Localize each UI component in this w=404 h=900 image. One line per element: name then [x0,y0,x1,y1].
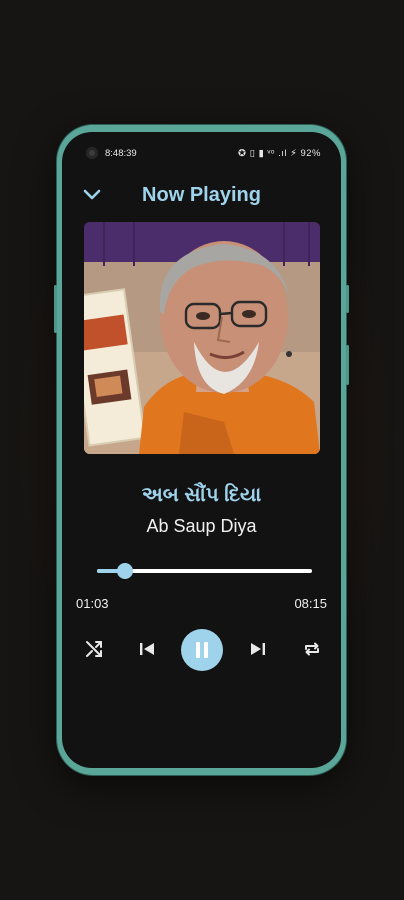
shuffle-icon[interactable] [82,637,106,661]
phone-side-button [54,285,57,333]
pause-button[interactable] [181,629,223,671]
track-title-english: Ab Saup Diya [146,516,257,536]
phone-side-button [346,345,349,385]
header: Now Playing [62,180,341,210]
phone-side-button [346,285,349,313]
playback-controls [62,629,341,671]
album-art [84,222,320,454]
front-camera [86,147,98,159]
status-bar: 8:48:39 ✪ ▯ ▮ ᵛᵒ .ıl ⚡ 92% [62,146,341,162]
seek-bar-thumb[interactable] [116,563,133,579]
app-screen: 8:48:39 ✪ ▯ ▮ ᵛᵒ .ıl ⚡ 92% Now Playing અ… [62,132,341,768]
track-title-gujarati: અબ સૌંપ દિયા [141,484,262,506]
pause-icon [196,642,208,658]
status-clock: 8:48:39 [105,148,137,159]
elapsed-time: 01:03 [76,596,109,611]
skip-next-icon[interactable] [246,637,270,661]
seek-bar[interactable] [97,563,312,579]
repeat-icon[interactable] [300,637,324,661]
total-duration: 08:15 [294,596,327,611]
page-title: Now Playing [142,184,261,206]
status-icons: ✪ ▯ ▮ ᵛᵒ .ıl ⚡ 92% [238,148,321,159]
skip-previous-icon[interactable] [135,637,159,661]
